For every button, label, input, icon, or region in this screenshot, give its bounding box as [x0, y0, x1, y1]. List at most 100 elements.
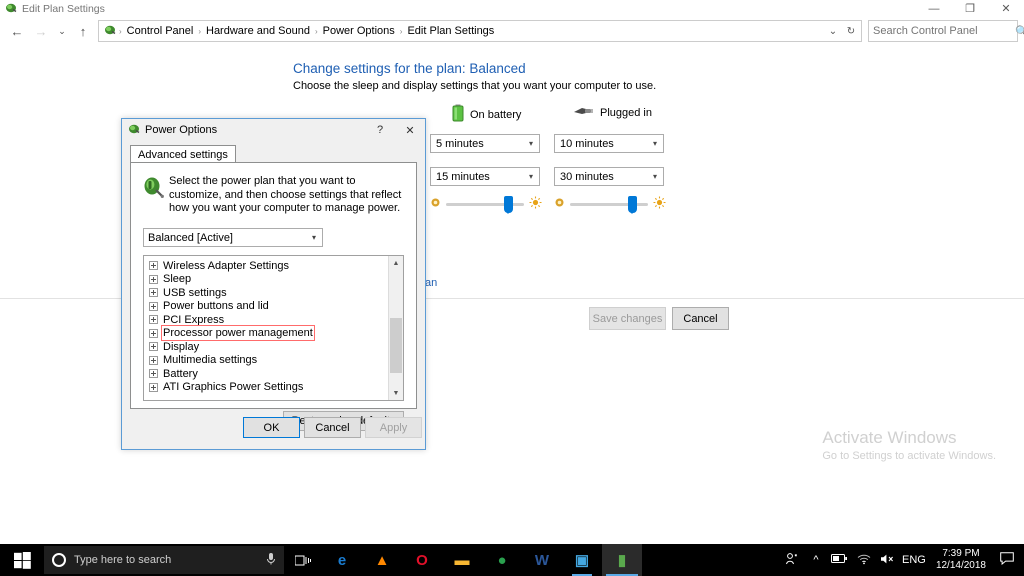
battery-icon — [452, 104, 464, 125]
slider-track[interactable] — [446, 203, 524, 206]
close-button[interactable]: ✕ — [988, 0, 1024, 18]
column-header-plugged-in: Plugged in — [572, 104, 652, 121]
cancel-button[interactable]: Cancel — [672, 307, 729, 330]
dialog-cancel-button[interactable]: Cancel — [304, 417, 361, 438]
advanced-settings-tree[interactable]: Wireless Adapter SettingsSleepUSB settin… — [143, 255, 404, 401]
expand-icon[interactable] — [149, 275, 158, 284]
windows-start-icon[interactable] — [0, 544, 44, 576]
dialog-title: Power Options — [145, 124, 217, 136]
tree-item-usb-settings[interactable]: USB settings — [149, 286, 388, 300]
word-icon: W — [535, 552, 549, 569]
show-hidden-icons-icon[interactable]: ^ — [804, 554, 828, 566]
slider-thumb[interactable] — [628, 196, 637, 213]
taskbar-app-power-options[interactable]: ▮ — [602, 544, 642, 576]
microphone-icon[interactable] — [266, 552, 276, 569]
breadcrumb-item-control-panel[interactable]: Control Panel — [123, 25, 198, 37]
taskbar-app-file-explorer[interactable]: ▬ — [442, 544, 482, 576]
expand-icon[interactable] — [149, 342, 158, 351]
apply-button[interactable]: Apply — [365, 417, 422, 438]
scroll-up-button[interactable]: ▲ — [389, 256, 403, 270]
tree-item-label: Battery — [163, 368, 198, 380]
navigation-bar: ← → ⌄ ↑ › Control Panel › Hardware and S… — [0, 18, 1024, 44]
back-button[interactable]: ← — [6, 20, 28, 42]
dropdown-sleep-plugged-in[interactable]: 30 minutes ▾ — [554, 167, 664, 186]
tree-item-pci-express[interactable]: PCI Express — [149, 313, 388, 327]
address-bar[interactable]: › Control Panel › Hardware and Sound › P… — [98, 20, 862, 42]
slider-thumb[interactable] — [504, 196, 513, 213]
search-input[interactable] — [873, 25, 1015, 37]
dialog-close-button[interactable]: ✕ — [395, 119, 425, 141]
people-icon[interactable] — [780, 552, 804, 569]
maximize-button[interactable]: ❐ — [952, 0, 988, 18]
explorer-window: Edit Plan Settings — ❐ ✕ ← → ⌄ ↑ › Contr… — [0, 0, 1024, 544]
minimize-button[interactable]: — — [916, 0, 952, 18]
breadcrumb-item-edit-plan-settings[interactable]: Edit Plan Settings — [403, 25, 498, 37]
refresh-icon[interactable]: ↻ — [843, 26, 859, 37]
taskbar-app-word[interactable]: W — [522, 544, 562, 576]
volume-muted-icon[interactable] — [876, 553, 900, 568]
tree-item-power-buttons-and-lid[interactable]: Power buttons and lid — [149, 300, 388, 314]
up-button[interactable]: ↑ — [72, 20, 94, 42]
recent-locations-button[interactable]: ⌄ — [54, 20, 70, 42]
expand-icon[interactable] — [149, 315, 158, 324]
taskbar-app-chrome[interactable]: ● — [482, 544, 522, 576]
dropdown-dim-display-on-battery[interactable]: 5 minutes ▾ — [430, 134, 540, 153]
breadcrumb-item-hardware-and-sound[interactable]: Hardware and Sound — [202, 25, 314, 37]
tree-item-processor-power-management[interactable]: Processor power management — [149, 327, 388, 341]
breadcrumb: › Control Panel › Hardware and Sound › P… — [103, 24, 825, 39]
breadcrumb-item-power-options[interactable]: Power Options — [319, 25, 399, 37]
tree-item-label: USB settings — [163, 287, 227, 299]
tree-item-multimedia-settings[interactable]: Multimedia settings — [149, 354, 388, 368]
tree-item-ati-graphics-power-settings[interactable]: ATI Graphics Power Settings — [149, 381, 388, 395]
expand-icon[interactable] — [149, 302, 158, 311]
search-taskbar[interactable]: Type here to search — [44, 546, 284, 574]
search-box[interactable]: 🔍 — [868, 20, 1018, 42]
brightness-high-icon — [653, 196, 666, 212]
taskbar-app-edge[interactable]: e — [322, 544, 362, 576]
breadcrumb-root-icon[interactable] — [104, 24, 116, 39]
tree-scrollbar[interactable]: ▲ ▼ — [388, 256, 403, 400]
forward-button[interactable]: → — [30, 20, 52, 42]
action-center-icon[interactable] — [994, 552, 1020, 568]
expand-icon[interactable] — [149, 369, 158, 378]
brightness-low-icon — [554, 197, 565, 211]
dialog-footer: OK Cancel Apply — [122, 417, 425, 441]
task-view-icon[interactable] — [284, 544, 322, 576]
brightness-slider-on-battery[interactable] — [430, 196, 542, 212]
tree-item-wireless-adapter-settings[interactable]: Wireless Adapter Settings — [149, 259, 388, 273]
dropdown-sleep-on-battery[interactable]: 15 minutes ▾ — [430, 167, 540, 186]
help-button[interactable]: ? — [365, 119, 395, 141]
language-indicator[interactable]: ENG — [900, 554, 928, 566]
taskbar-app-photos[interactable]: ▣ — [562, 544, 602, 576]
address-bar-actions: ⌄ ↻ — [825, 26, 859, 37]
battery-icon[interactable] — [828, 553, 852, 567]
ok-button[interactable]: OK — [243, 417, 300, 438]
chevron-down-icon: ▾ — [653, 139, 657, 148]
dropdown-value: 10 minutes — [560, 138, 614, 150]
tree-item-battery[interactable]: Battery — [149, 367, 388, 381]
wifi-icon[interactable] — [852, 553, 876, 568]
power-plan-dropdown[interactable]: Balanced [Active] ▾ — [143, 228, 323, 247]
expand-icon[interactable] — [149, 329, 158, 338]
expand-icon[interactable] — [149, 261, 158, 270]
save-changes-button[interactable]: Save changes — [589, 307, 666, 330]
brightness-slider-plugged-in[interactable] — [554, 196, 666, 212]
scroll-down-button[interactable]: ▼ — [389, 386, 403, 400]
expand-icon[interactable] — [149, 356, 158, 365]
scrollbar-thumb[interactable] — [390, 318, 402, 373]
slider-track[interactable] — [570, 203, 648, 206]
taskbar-clock[interactable]: 7:39 PM 12/14/2018 — [928, 548, 994, 572]
expand-icon[interactable] — [149, 288, 158, 297]
tree-item-sleep[interactable]: Sleep — [149, 273, 388, 287]
expand-icon[interactable] — [149, 383, 158, 392]
tree-item-display[interactable]: Display — [149, 340, 388, 354]
dialog-description: Select the power plan that you want to c… — [169, 175, 402, 216]
taskbar-app-opera[interactable]: O — [402, 544, 442, 576]
chevron-down-icon[interactable]: ⌄ — [825, 26, 841, 37]
watermark-subtitle: Go to Settings to activate Windows. — [822, 450, 996, 462]
dropdown-dim-display-plugged-in[interactable]: 10 minutes ▾ — [554, 134, 664, 153]
search-icon[interactable]: 🔍 — [1015, 25, 1024, 38]
taskbar-app-vlc[interactable]: ▲ — [362, 544, 402, 576]
tab-advanced-settings[interactable]: Advanced settings — [130, 145, 236, 163]
change-advanced-power-settings-link[interactable]: an — [425, 277, 437, 289]
